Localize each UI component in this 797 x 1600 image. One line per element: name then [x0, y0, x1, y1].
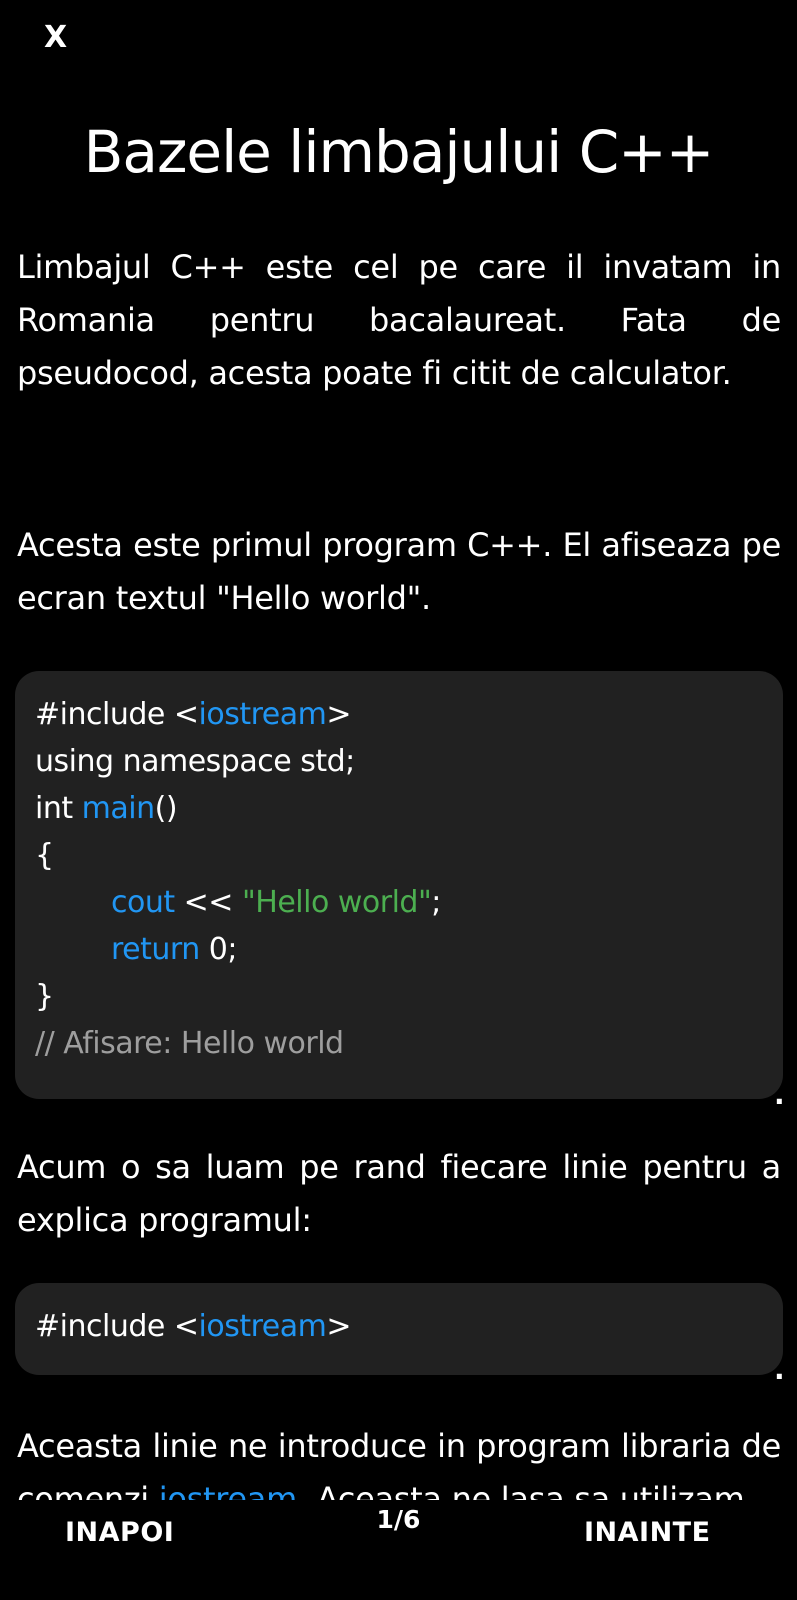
code-token-string: "Hello world"	[241, 885, 432, 920]
footer-nav: INAPOI 1/6 INAINTE	[0, 1500, 797, 1600]
code-example-block: #include <iostream> using namespace std;…	[15, 671, 783, 1099]
explain-paragraph: Acum o sa luam pe rand fiecare linie pen…	[17, 1148, 781, 1239]
next-button[interactable]: INAINTE	[584, 1517, 711, 1548]
code-token-operator: <<	[174, 885, 242, 920]
code-token-keyword: return	[111, 932, 200, 967]
code-line-close-brace: }	[35, 979, 54, 1014]
code-token: #include <	[35, 697, 199, 732]
close-button[interactable]: X	[44, 20, 67, 55]
code-token-library: iostream	[198, 1309, 327, 1344]
code-token: #include <	[35, 1309, 199, 1344]
lesson-title: Bazele limbajului C++	[83, 118, 715, 186]
code-token: 0;	[199, 932, 238, 967]
code-token: ;	[431, 885, 441, 920]
code-token: >	[326, 1309, 351, 1344]
code-line-return: return 0;	[35, 926, 783, 973]
intro-paragraph: Limbajul C++ este cel pe care il invatam…	[17, 248, 781, 392]
code-token-function: main	[81, 791, 155, 826]
code-line-main: int main()	[35, 785, 783, 832]
code-token: ()	[154, 791, 178, 826]
code-line-include: #include <iostream>	[35, 1303, 783, 1350]
code-line-include: #include <iostream>	[35, 691, 783, 738]
code-line-cout: cout << "Hello world";	[35, 879, 783, 926]
code-token: >	[326, 697, 351, 732]
code-line-open-brace: {	[35, 838, 54, 873]
code-snippet-block: #include <iostream>	[15, 1283, 783, 1375]
punctuation-dot: .	[774, 1353, 785, 1386]
first-program-paragraph: Acesta este primul program C++. El afise…	[17, 526, 781, 617]
code-token-keyword: cout	[111, 885, 175, 920]
code-line-comment: // Afisare: Hello world	[35, 1026, 344, 1061]
code-line-namespace: using namespace std;	[35, 744, 355, 779]
code-token-type: int	[35, 791, 82, 826]
punctuation-dot: .	[774, 1078, 785, 1111]
code-token-library: iostream	[198, 697, 327, 732]
